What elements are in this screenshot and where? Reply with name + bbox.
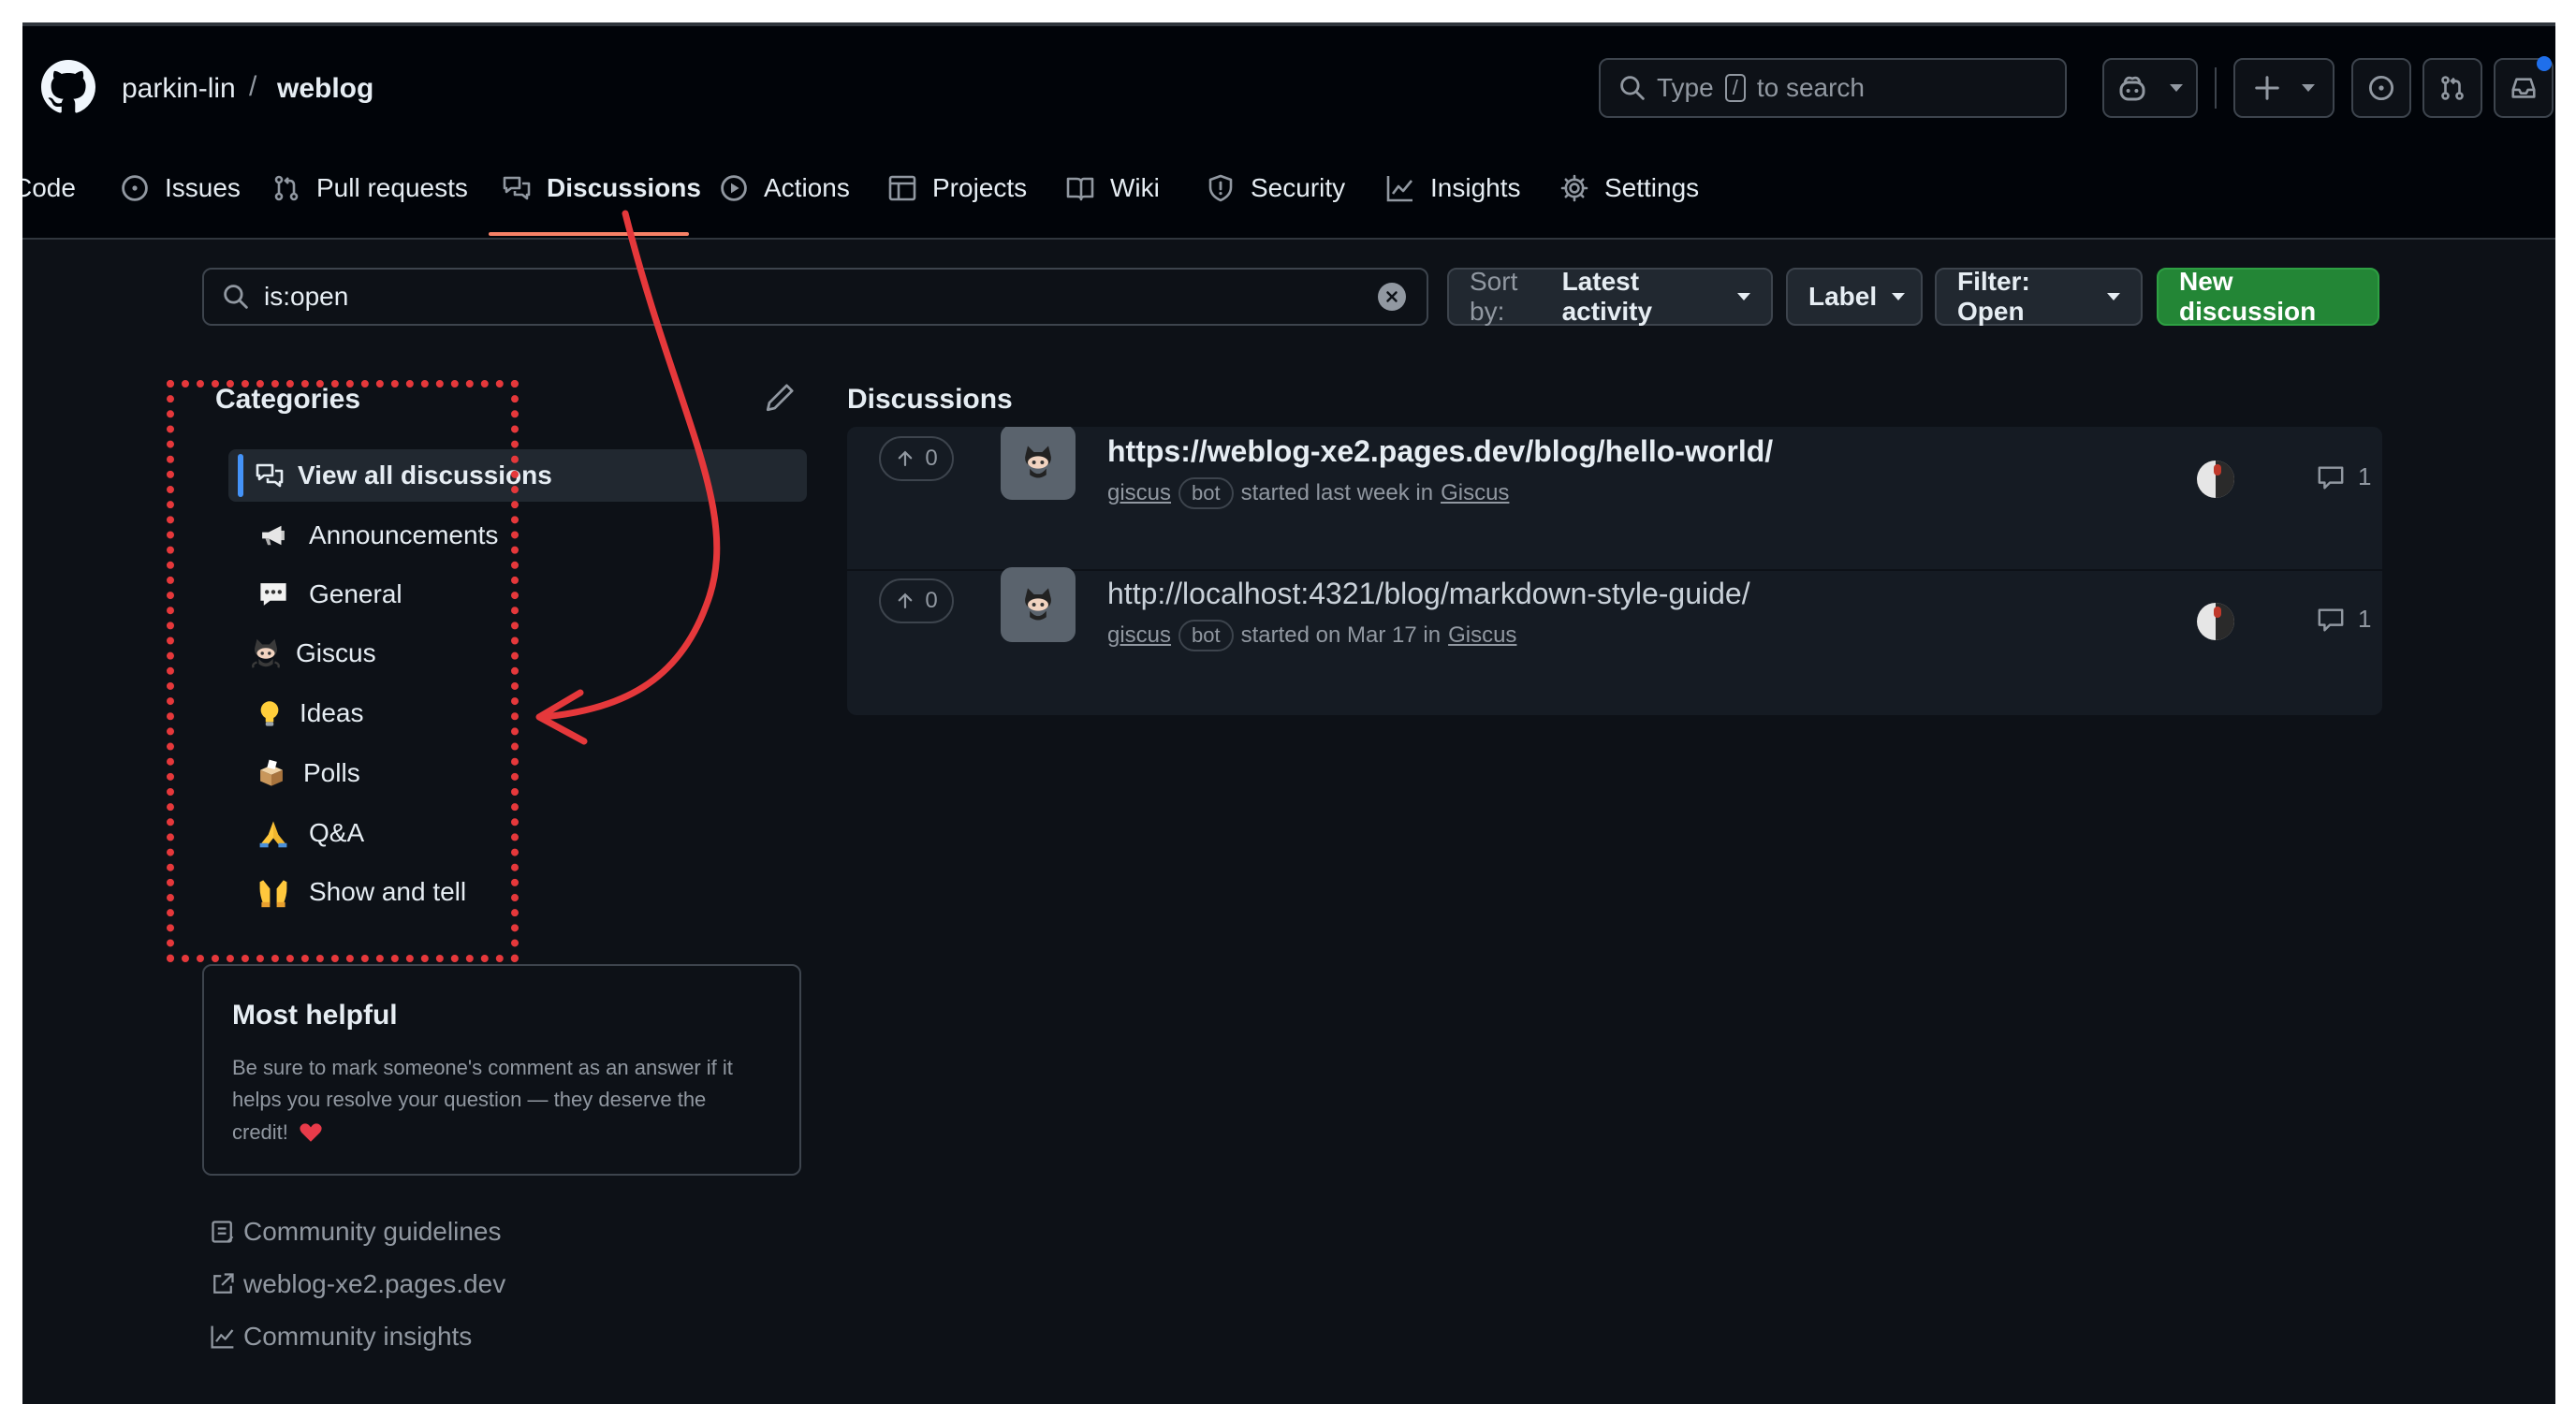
annotation-arrow <box>535 210 721 745</box>
browser-viewport: parkin-lin / weblog Type / to search ode… <box>22 22 2555 1404</box>
